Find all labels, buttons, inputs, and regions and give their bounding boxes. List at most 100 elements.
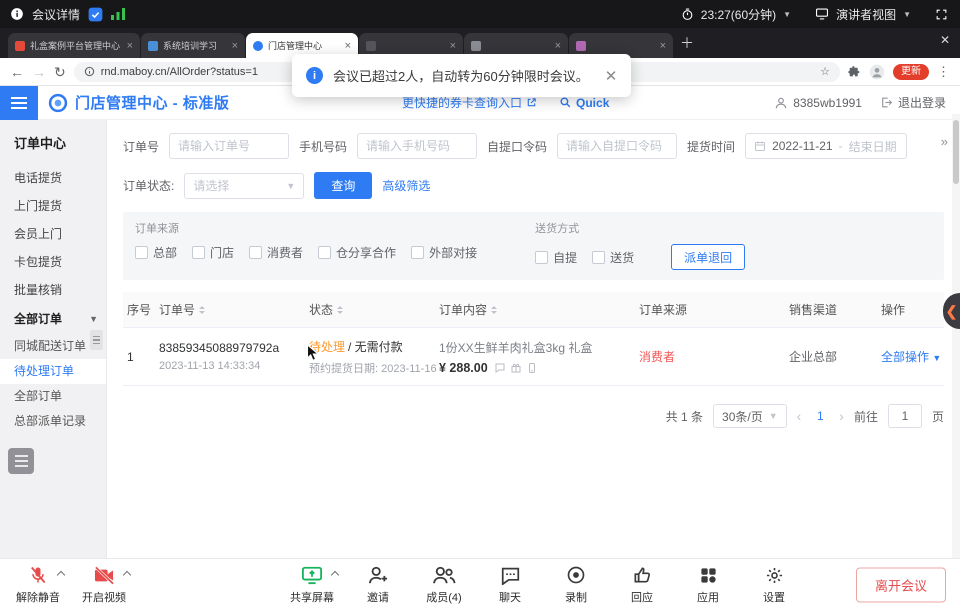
th-order-no[interactable]: 订单号 bbox=[159, 301, 309, 318]
page-size-select[interactable]: 30条/页▼ bbox=[713, 404, 787, 428]
source-checkbox-external[interactable]: 外部对接 bbox=[411, 244, 477, 261]
reload-icon[interactable]: ↻ bbox=[54, 65, 66, 79]
checkbox[interactable] bbox=[249, 246, 262, 259]
delivery-checkbox-delivery[interactable]: 送货 bbox=[592, 249, 634, 266]
scrollbar-thumb[interactable] bbox=[953, 120, 959, 184]
search-button[interactable]: 查询 bbox=[314, 172, 372, 199]
sidebar-item-cardbag-pickup[interactable]: 卡包提货 bbox=[0, 248, 106, 276]
tab-close-icon[interactable]: × bbox=[555, 40, 561, 52]
gift-icon[interactable] bbox=[510, 362, 522, 374]
scrollbar-track[interactable] bbox=[952, 114, 960, 558]
browser-update-button[interactable]: 更新 bbox=[893, 64, 929, 80]
date-range-picker[interactable]: 2022-11-21 - 结束日期 bbox=[745, 133, 907, 159]
meeting-details-label[interactable]: 会议详情 bbox=[32, 6, 80, 23]
sidebar-item-all-orders[interactable]: 全部订单 bbox=[0, 384, 106, 409]
source-checkbox-warehouse-coop[interactable]: 仓分享合作 bbox=[318, 244, 396, 261]
order-status-select[interactable]: 请选择 ▼ bbox=[184, 173, 304, 199]
view-mode-label[interactable]: 演讲者视图 bbox=[836, 6, 896, 23]
tab-close-icon[interactable]: × bbox=[450, 40, 456, 52]
phone-input[interactable] bbox=[357, 133, 477, 159]
date-start-value[interactable]: 2022-11-21 bbox=[772, 139, 833, 153]
members-button[interactable]: 成员(4) bbox=[416, 564, 472, 605]
unmute-button[interactable]: 解除静音 bbox=[10, 564, 66, 605]
sort-icon[interactable] bbox=[199, 303, 205, 317]
chevron-up-icon[interactable] bbox=[57, 571, 65, 579]
invite-button[interactable]: 邀请 bbox=[350, 564, 406, 605]
extensions-icon[interactable] bbox=[848, 65, 861, 78]
chevron-up-icon[interactable] bbox=[123, 571, 131, 579]
sidebar-item-member-visit[interactable]: 会员上门 bbox=[0, 220, 106, 248]
checkbox[interactable] bbox=[535, 251, 548, 264]
phone-device-icon[interactable] bbox=[526, 362, 538, 374]
tab-close-icon[interactable]: × bbox=[127, 40, 133, 52]
share-screen-button[interactable]: 共享屏幕 bbox=[284, 564, 340, 605]
browser-menu-icon[interactable]: ⋮ bbox=[937, 64, 950, 80]
hamburger-menu-button[interactable] bbox=[0, 86, 38, 120]
sort-icon[interactable] bbox=[491, 303, 497, 317]
checkbox[interactable] bbox=[192, 246, 205, 259]
record-button[interactable]: 录制 bbox=[548, 564, 604, 605]
row-actions-dropdown[interactable]: 全部操作 ▼ bbox=[881, 350, 941, 364]
chevron-down-icon[interactable]: ▼ bbox=[903, 10, 911, 19]
shield-icon[interactable] bbox=[88, 7, 103, 22]
advanced-filter-link[interactable]: 高级筛选 bbox=[382, 177, 430, 194]
quick-search-link[interactable]: Quick bbox=[559, 96, 609, 110]
network-signal-icon[interactable] bbox=[111, 8, 125, 20]
apps-button[interactable]: 应用 bbox=[680, 564, 736, 605]
sidebar-item-pending-orders[interactable]: 待处理订单 bbox=[0, 359, 106, 384]
checkbox[interactable] bbox=[592, 251, 605, 264]
goto-page-input[interactable] bbox=[888, 404, 922, 428]
info-icon[interactable] bbox=[10, 7, 24, 21]
source-checkbox-consumer[interactable]: 消费者 bbox=[249, 244, 303, 261]
new-tab-button[interactable]: ＋ bbox=[680, 33, 694, 53]
collapse-filters-icon[interactable]: » bbox=[941, 134, 948, 149]
source-checkbox-hq[interactable]: 总部 bbox=[135, 244, 177, 261]
checkbox[interactable] bbox=[411, 246, 424, 259]
settings-button[interactable]: 设置 bbox=[746, 564, 802, 605]
profile-avatar[interactable] bbox=[869, 64, 885, 80]
date-end-placeholder[interactable]: 结束日期 bbox=[849, 138, 897, 155]
sidebar-item-batch-verify[interactable]: 批量核销 bbox=[0, 276, 106, 304]
dispatch-return-button[interactable]: 派单退回 bbox=[671, 244, 745, 270]
sort-icon[interactable] bbox=[337, 303, 343, 317]
source-checkbox-store[interactable]: 门店 bbox=[192, 244, 234, 261]
tab-close-icon[interactable]: × bbox=[345, 40, 351, 52]
prev-page-icon[interactable]: ‹ bbox=[797, 408, 802, 424]
start-video-button[interactable]: 开启视频 bbox=[76, 564, 132, 605]
checkbox[interactable] bbox=[135, 246, 148, 259]
tab-close-icon[interactable]: × bbox=[660, 40, 666, 52]
fullscreen-icon[interactable] bbox=[935, 8, 948, 21]
quick-menu-button[interactable] bbox=[8, 448, 34, 474]
sidebar-item-hq-dispatch-records[interactable]: 总部派单记录 bbox=[0, 409, 106, 434]
order-no-input[interactable] bbox=[169, 133, 289, 159]
chevron-up-icon[interactable] bbox=[331, 571, 339, 579]
bookmark-star-icon[interactable]: ☆ bbox=[820, 65, 830, 78]
sidebar-item-phone-pickup[interactable]: 电话提货 bbox=[0, 164, 106, 192]
logout-button[interactable]: 退出登录 bbox=[880, 94, 946, 111]
delivery-method-group: 送货方式 自提 送货 派单退回 bbox=[535, 220, 745, 270]
browser-tab[interactable]: 礼盒案例平台管理中心 × bbox=[8, 33, 140, 58]
tab-close-icon[interactable]: × bbox=[232, 40, 238, 52]
back-icon[interactable]: ← bbox=[10, 65, 24, 79]
reactions-button[interactable]: 回应 bbox=[614, 564, 670, 605]
delivery-checkbox-selfpickup[interactable]: 自提 bbox=[535, 249, 577, 266]
window-close-icon[interactable]: ✕ bbox=[940, 33, 950, 47]
page-number[interactable]: 1 bbox=[811, 409, 829, 423]
chat-button[interactable]: 聊天 bbox=[482, 564, 538, 605]
chevron-down-icon[interactable]: ▼ bbox=[783, 10, 791, 19]
sidebar-item-door-pickup[interactable]: 上门提货 bbox=[0, 192, 106, 220]
toast-close-icon[interactable]: ✕ bbox=[605, 67, 618, 85]
leave-meeting-button[interactable]: 离开会议 bbox=[856, 567, 946, 602]
account-menu[interactable]: 8385wb1991 bbox=[774, 96, 862, 110]
forward-icon[interactable]: → bbox=[32, 65, 46, 79]
checkbox[interactable] bbox=[318, 246, 331, 259]
browser-tab[interactable]: 系统培训学习 × bbox=[141, 33, 245, 58]
pickup-code-input[interactable] bbox=[557, 133, 677, 159]
th-status[interactable]: 状态 bbox=[309, 301, 439, 318]
site-info-icon[interactable] bbox=[84, 66, 95, 77]
next-page-icon[interactable]: › bbox=[839, 408, 844, 424]
th-content[interactable]: 订单内容 bbox=[439, 301, 639, 318]
chat-bubble-icon[interactable] bbox=[494, 362, 506, 374]
sidebar-drag-handle-icon[interactable] bbox=[90, 330, 103, 350]
gear-icon bbox=[765, 564, 784, 586]
